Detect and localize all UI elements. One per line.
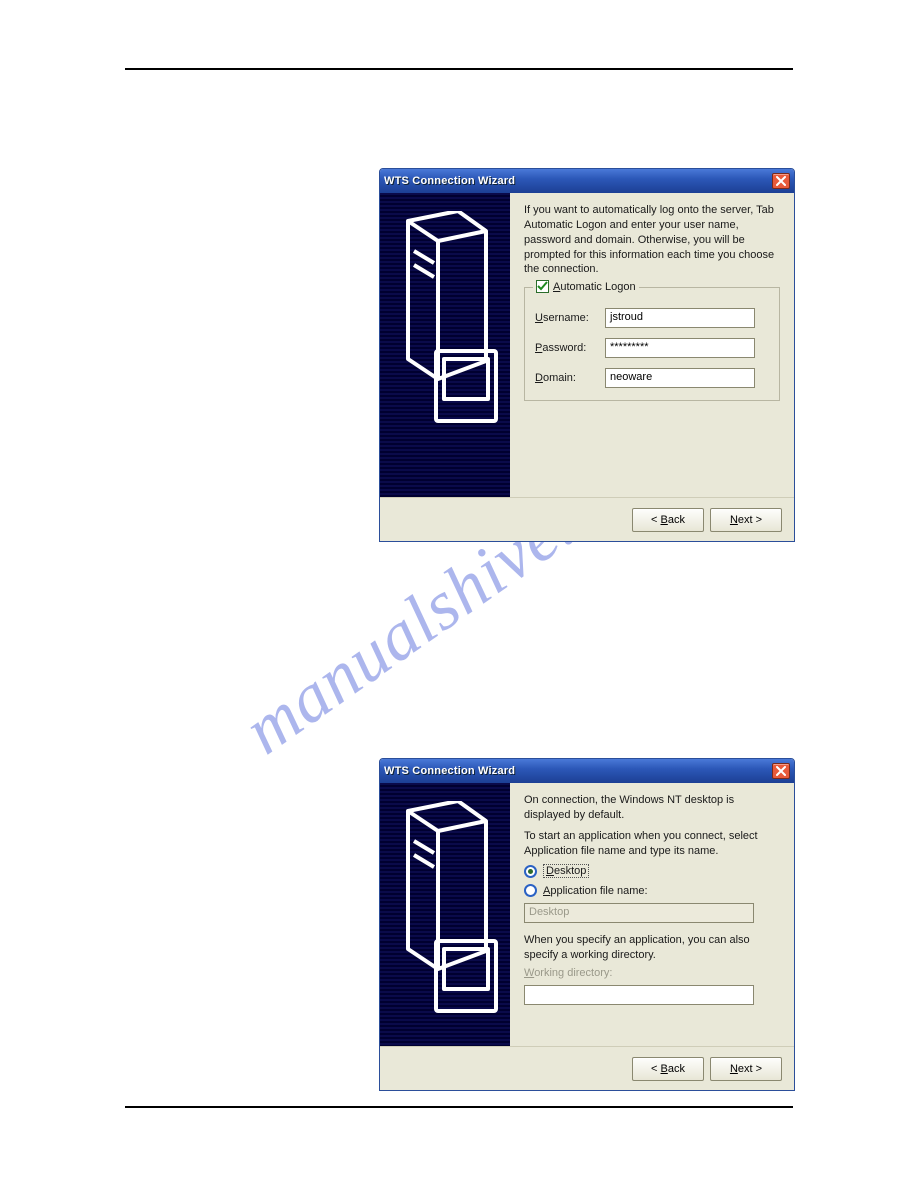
domain-label: Domain: xyxy=(535,372,605,384)
desktop-radio-row[interactable]: Desktop xyxy=(524,864,780,878)
password-label: Password: xyxy=(535,342,605,354)
bottom-rule xyxy=(125,1106,793,1108)
checkmark-icon xyxy=(537,281,548,292)
password-field[interactable]: ********* xyxy=(605,338,755,358)
username-field[interactable]: jstroud xyxy=(605,308,755,328)
workdir-label: Working directory: xyxy=(524,967,780,979)
wts-wizard-dialog-startup: WTS Connection Wizard xyxy=(379,758,795,1091)
window-title: WTS Connection Wizard xyxy=(384,175,772,187)
close-button[interactable] xyxy=(772,763,790,779)
computer-tower-icon xyxy=(388,801,502,1031)
wizard-footer: < Back Next > xyxy=(380,497,794,541)
intro-text-1: On connection, the Windows NT desktop is… xyxy=(524,793,780,823)
radio-dot-icon xyxy=(528,869,533,874)
desktop-radio-label: Desktop xyxy=(543,864,589,878)
top-rule xyxy=(125,68,793,70)
domain-field[interactable]: neoware xyxy=(605,368,755,388)
appfile-radio-row[interactable]: Application file name: xyxy=(524,884,780,897)
next-button[interactable]: Next > xyxy=(710,1057,782,1081)
titlebar[interactable]: WTS Connection Wizard xyxy=(380,169,794,193)
automatic-logon-checkbox-row[interactable]: Automatic Logon xyxy=(533,280,639,293)
intro-text-2: To start an application when you connect… xyxy=(524,829,780,859)
workdir-field[interactable] xyxy=(524,985,754,1005)
titlebar[interactable]: WTS Connection Wizard xyxy=(380,759,794,783)
window-title: WTS Connection Wizard xyxy=(384,765,772,777)
computer-tower-icon xyxy=(388,211,502,441)
appfile-radio[interactable] xyxy=(524,884,537,897)
back-button[interactable]: < Back xyxy=(632,508,704,532)
desktop-radio[interactable] xyxy=(524,865,537,878)
automatic-logon-group: Automatic Logon Username: jstroud Passwo… xyxy=(524,287,780,401)
close-button[interactable] xyxy=(772,173,790,189)
appfile-field: Desktop xyxy=(524,903,754,923)
close-icon xyxy=(776,176,786,186)
automatic-logon-checkbox[interactable] xyxy=(536,280,549,293)
intro-text: If you want to automatically log onto th… xyxy=(524,203,780,277)
back-button[interactable]: < Back xyxy=(632,1057,704,1081)
next-button[interactable]: Next > xyxy=(710,508,782,532)
wizard-side-graphic xyxy=(380,783,510,1046)
wts-wizard-dialog-autologon: WTS Connection Wizard xyxy=(379,168,795,542)
automatic-logon-label: Automatic Logon xyxy=(553,281,636,293)
wizard-footer: < Back Next > xyxy=(380,1046,794,1090)
appfile-radio-label: Application file name: xyxy=(543,885,648,897)
wizard-side-graphic xyxy=(380,193,510,497)
close-icon xyxy=(776,766,786,776)
username-label: Username: xyxy=(535,312,605,324)
specify-text: When you specify an application, you can… xyxy=(524,933,780,963)
